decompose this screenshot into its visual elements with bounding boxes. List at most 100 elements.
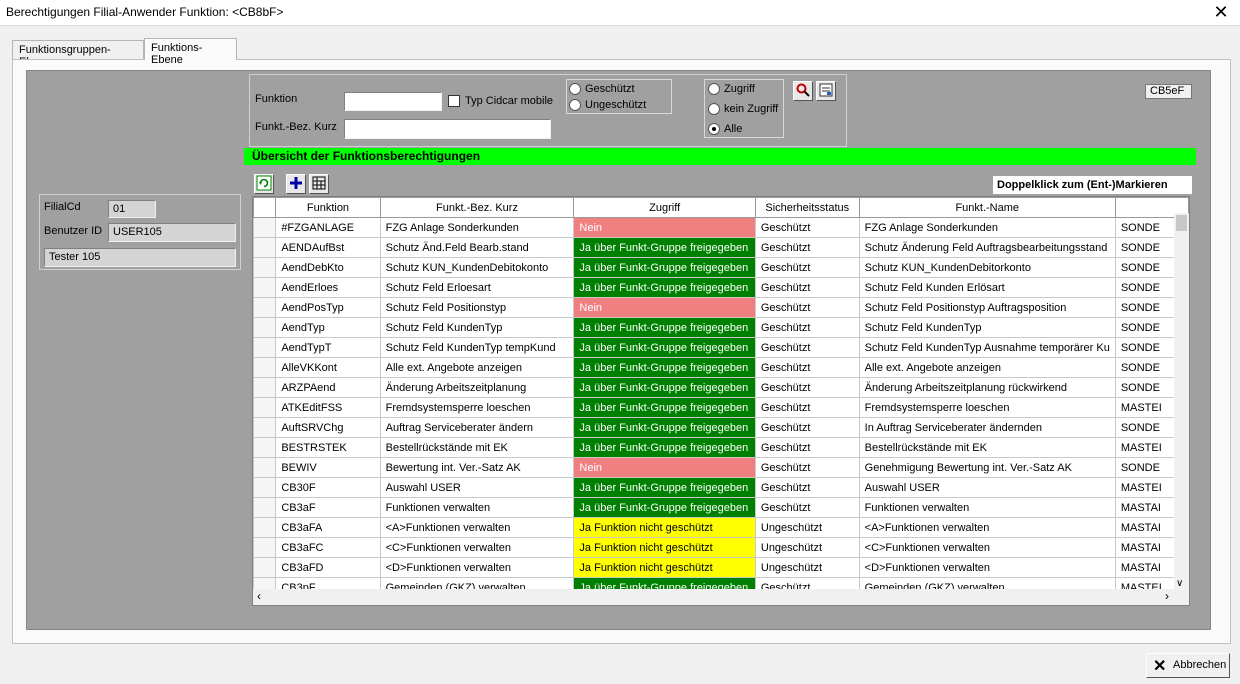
tab-funktionsgruppen-ebene[interactable]: Funktionsgruppen-Ebene: [12, 40, 144, 68]
row-selector[interactable]: [253, 277, 277, 298]
header-funktion[interactable]: Funktion: [275, 197, 381, 218]
radio-alle[interactable]: [708, 123, 720, 135]
table-row[interactable]: ATKEditFSS Fremdsystemsperre loeschen Ja ü…: [253, 397, 1189, 418]
cell-status[interactable]: Geschützt: [754, 337, 860, 358]
cell-zugriff[interactable]: Ja über Funkt-Gruppe freigegeben: [573, 257, 756, 278]
vertical-scrollbar[interactable]: ∨: [1174, 213, 1189, 589]
cell-kurz[interactable]: Änderung Arbeitszeitplanung: [379, 377, 575, 398]
cell-zugriff[interactable]: Ja über Funkt-Gruppe freigegeben: [573, 377, 756, 398]
grid-columns-button[interactable]: [309, 174, 329, 194]
table-row[interactable]: AENDAufBst Schutz Änd.Feld Bearb.stand Ja …: [253, 237, 1189, 258]
cell-name[interactable]: In Auftrag Serviceberater ändernden: [858, 417, 1116, 438]
table-row[interactable]: CB3aFA <A>Funktionen verwalten Ja Funktion…: [253, 517, 1189, 538]
cell-zugriff[interactable]: Nein: [573, 297, 756, 318]
header-kurz[interactable]: Funkt.-Bez. Kurz: [379, 197, 575, 218]
cell-funktion[interactable]: CB3aFD: [275, 557, 381, 578]
reset-button[interactable]: [816, 81, 836, 101]
row-selector[interactable]: [253, 317, 277, 338]
cell-zugriff[interactable]: Ja über Funkt-Gruppe freigegeben: [573, 277, 756, 298]
table-row[interactable]: BESTRSTEK Bestellrückstände mit EK Ja über…: [253, 437, 1189, 458]
row-selector[interactable]: [253, 437, 277, 458]
cell-funktion[interactable]: CB3aF: [275, 497, 381, 518]
row-selector[interactable]: [253, 377, 277, 398]
row-selector[interactable]: [253, 217, 277, 238]
cell-kurz[interactable]: Schutz Feld KundenTyp: [379, 317, 575, 338]
radio-ungeschuetzt[interactable]: [569, 99, 581, 111]
cell-funktion[interactable]: AendDebKto: [275, 257, 381, 278]
cell-name[interactable]: Fremdsystemsperre loeschen: [858, 397, 1116, 418]
table-row[interactable]: CB3aFD <D>Funktionen verwalten Ja Funktion…: [253, 557, 1189, 578]
row-selector[interactable]: [253, 297, 277, 318]
cell-kurz[interactable]: Schutz Feld Positionstyp: [379, 297, 575, 318]
cell-zugriff[interactable]: Ja Funktion nicht geschützt: [573, 557, 756, 578]
row-selector[interactable]: [253, 337, 277, 358]
cell-status[interactable]: Geschützt: [754, 397, 860, 418]
row-selector[interactable]: [253, 497, 277, 518]
cell-zugriff[interactable]: Nein: [573, 457, 756, 478]
cell-zugriff[interactable]: Nein: [573, 217, 756, 238]
cell-name[interactable]: Schutz Feld KundenTyp: [858, 317, 1116, 338]
cell-kurz[interactable]: Funktionen verwalten: [379, 497, 575, 518]
cancel-button[interactable]: ✕ Abbrechen: [1146, 653, 1230, 678]
horizontal-scrollbar[interactable]: ‹ ›: [253, 589, 1189, 605]
cell-status[interactable]: Geschützt: [754, 217, 860, 238]
kurz-input[interactable]: [344, 119, 551, 139]
cell-name[interactable]: Schutz Änderung Feld Auftragsbearbeitung…: [858, 237, 1116, 258]
header-zugriff[interactable]: Zugriff: [573, 197, 756, 218]
cell-zugriff[interactable]: Ja über Funkt-Gruppe freigegeben: [573, 417, 756, 438]
cell-kurz[interactable]: Schutz Feld Erloesart: [379, 277, 575, 298]
cell-zugriff[interactable]: Ja Funktion nicht geschützt: [573, 517, 756, 538]
cell-name[interactable]: Änderung Arbeitszeitplanung rückwirkend: [858, 377, 1116, 398]
row-selector[interactable]: [253, 557, 277, 578]
row-selector[interactable]: [253, 417, 277, 438]
row-selector[interactable]: [253, 517, 277, 538]
cell-name[interactable]: Funktionen verwalten: [858, 497, 1116, 518]
table-row[interactable]: CB3aF Funktionen verwalten Ja über Funkt-G…: [253, 497, 1189, 518]
row-selector[interactable]: [253, 537, 277, 558]
radio-geschuetzt[interactable]: [569, 83, 581, 95]
cell-kurz[interactable]: Schutz Feld KundenTyp tempKund: [379, 337, 575, 358]
cell-zugriff[interactable]: Ja über Funkt-Gruppe freigegeben: [573, 497, 756, 518]
cell-funktion[interactable]: AendErloes: [275, 277, 381, 298]
table-row[interactable]: #FZGANLAGE FZG Anlage Sonderkunden Nein Ges…: [253, 217, 1189, 238]
cell-name[interactable]: FZG Anlage Sonderkunden: [858, 217, 1116, 238]
tab-funktions-ebene[interactable]: Funktions-Ebene: [144, 38, 237, 66]
cell-funktion[interactable]: CB30F: [275, 477, 381, 498]
cell-status[interactable]: Geschützt: [754, 237, 860, 258]
cell-zugriff[interactable]: Ja über Funkt-Gruppe freigegeben: [573, 317, 756, 338]
cell-name[interactable]: Auswahl USER: [858, 477, 1116, 498]
scroll-left-icon[interactable]: ‹: [257, 589, 261, 603]
cell-zugriff[interactable]: Ja über Funkt-Gruppe freigegeben: [573, 237, 756, 258]
table-row[interactable]: CB3aFC <C>Funktionen verwalten Ja Funktion…: [253, 537, 1189, 558]
cell-name[interactable]: Bestellrückstände mit EK: [858, 437, 1116, 458]
cell-funktion[interactable]: BEWIV: [275, 457, 381, 478]
cell-name[interactable]: <C>Funktionen verwalten: [858, 537, 1116, 558]
cell-kurz[interactable]: Bewertung int. Ver.-Satz AK: [379, 457, 575, 478]
search-button[interactable]: [793, 81, 813, 101]
table-row[interactable]: BEWIV Bewertung int. Ver.-Satz AK Nein Gesc…: [253, 457, 1189, 478]
cell-status[interactable]: Geschützt: [754, 497, 860, 518]
row-selector[interactable]: [253, 397, 277, 418]
cell-status[interactable]: Geschützt: [754, 377, 860, 398]
cell-zugriff[interactable]: Ja über Funkt-Gruppe freigegeben: [573, 397, 756, 418]
table-row[interactable]: AendTyp Schutz Feld KundenTyp Ja über Funk…: [253, 317, 1189, 338]
funktion-input[interactable]: [344, 92, 442, 111]
radio-kein-zugriff[interactable]: [708, 103, 720, 115]
cell-kurz[interactable]: <C>Funktionen verwalten: [379, 537, 575, 558]
cell-status[interactable]: Geschützt: [754, 357, 860, 378]
cell-kurz[interactable]: Auswahl USER: [379, 477, 575, 498]
header-name[interactable]: Funkt.-Name: [858, 197, 1116, 218]
cell-funktion[interactable]: AENDAufBst: [275, 237, 381, 258]
cell-kurz[interactable]: Bestellrückstände mit EK: [379, 437, 575, 458]
cell-funktion[interactable]: AendPosTyp: [275, 297, 381, 318]
close-icon[interactable]: ✕: [1212, 2, 1230, 22]
table-row[interactable]: AendErloes Schutz Feld Erloesart Ja über F…: [253, 277, 1189, 298]
cell-kurz[interactable]: Alle ext. Angebote anzeigen: [379, 357, 575, 378]
cell-zugriff[interactable]: Ja über Funkt-Gruppe freigegeben: [573, 357, 756, 378]
cell-name[interactable]: <D>Funktionen verwalten: [858, 557, 1116, 578]
table-row[interactable]: CB30F Auswahl USER Ja über Funkt-Gruppe fr…: [253, 477, 1189, 498]
scroll-thumb[interactable]: [1176, 215, 1187, 231]
row-selector[interactable]: [253, 457, 277, 478]
cell-kurz[interactable]: Schutz KUN_KundenDebitokonto: [379, 257, 575, 278]
cell-kurz[interactable]: Fremdsystemsperre loeschen: [379, 397, 575, 418]
